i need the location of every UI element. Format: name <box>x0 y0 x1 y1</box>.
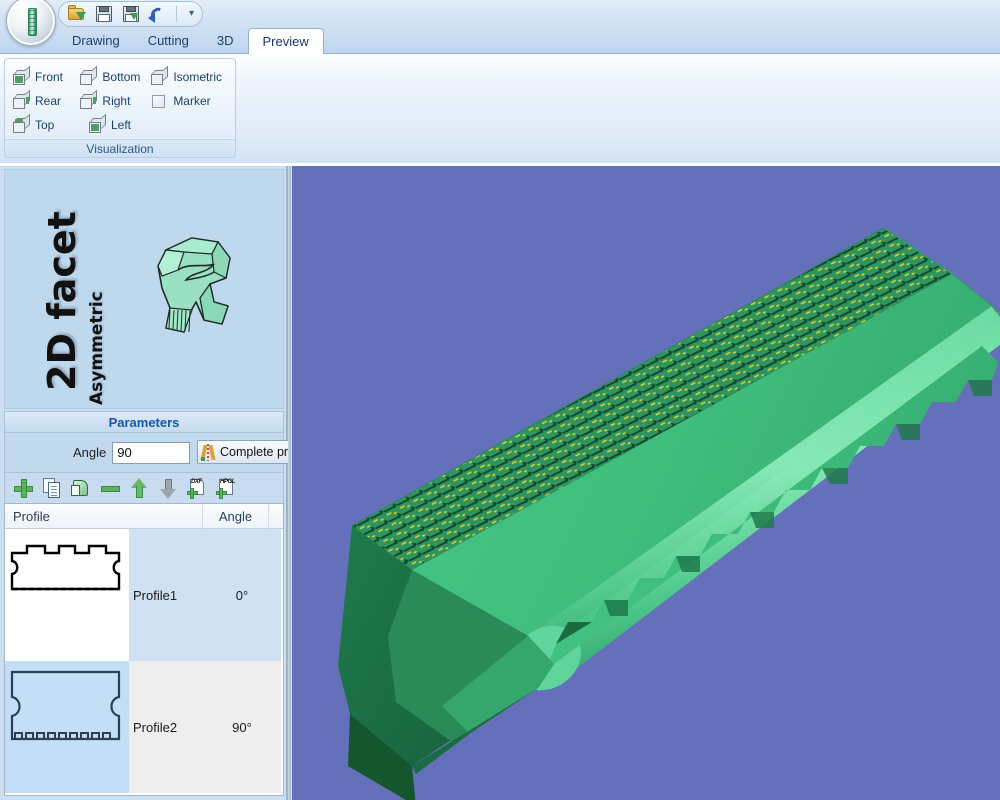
profile-thumbnail-cell <box>5 529 129 661</box>
angle-input[interactable] <box>112 441 191 464</box>
ribbon-group-visualization: Front Bottom Isometric Rear Right Marker Top Le… <box>4 58 236 158</box>
tab-drawing[interactable]: Drawing <box>58 28 134 54</box>
title-bar: ▾ <box>0 0 1000 46</box>
view-button-label: Marker <box>173 94 211 108</box>
green-extruded-profile-3d-model <box>338 227 1000 800</box>
floppy-save-as-icon[interactable] <box>121 4 141 24</box>
open-folder-icon[interactable] <box>67 4 87 24</box>
parameters-body: Angle Complete prof <box>4 433 307 473</box>
profile-angle: 90° <box>203 661 281 793</box>
minus-icon[interactable] <box>100 478 121 499</box>
visualization-row: Top Left <box>11 113 229 137</box>
copy-icon[interactable] <box>42 477 63 499</box>
profile2-outline-thumbnail <box>10 670 121 741</box>
ribbon-tab-strip: Drawing Cutting 3D Preview <box>0 28 1000 55</box>
paste-green-icon[interactable] <box>71 478 92 499</box>
view-button-label: Top <box>35 118 55 132</box>
ribbon: Front Bottom Isometric Rear Right Marker Top Le… <box>0 54 1000 165</box>
view-button-label: Bottom <box>102 70 141 84</box>
chevron-down-icon[interactable]: ▾ <box>185 9 198 19</box>
view-button-marker[interactable]: Marker <box>149 90 229 112</box>
left-panel: 2D facet Asymmetric Parameters Angle 90 … <box>0 166 307 800</box>
cube-right-icon <box>80 89 98 109</box>
cube-isometric-icon <box>151 65 169 85</box>
complete-profile-label: Complete prof <box>220 445 299 459</box>
quick-access-toolbar: ▾ <box>58 1 204 27</box>
facet-preview-thumbnail <box>157 237 231 333</box>
profile-list-toolbar: DXF HPGL <box>4 473 284 503</box>
view-button-label: Isometric <box>173 70 222 84</box>
view-button-right[interactable]: Right <box>78 89 149 112</box>
visualization-buttons: Front Bottom Isometric Rear Right Marker Top Le… <box>5 63 235 135</box>
view-button-isometric[interactable]: Isometric <box>149 65 229 88</box>
cube-front-icon <box>13 65 30 85</box>
plus-icon[interactable] <box>13 478 34 499</box>
angle-label: Angle <box>73 445 107 460</box>
marker-square-icon <box>151 94 168 109</box>
visualization-row: Front Bottom Isometric <box>11 65 229 89</box>
tab-cutting[interactable]: Cutting <box>134 28 203 54</box>
import-format-badge: HPGL <box>220 478 236 485</box>
view-button-bottom[interactable]: Bottom <box>78 65 149 88</box>
column-header-profile[interactable]: Profile <box>5 503 203 529</box>
profile-name: Profile2 <box>129 661 203 793</box>
import-hpgl-icon[interactable]: HPGL <box>216 478 237 499</box>
tab-preview[interactable]: Preview <box>247 28 324 55</box>
view-button-label: Front <box>35 70 64 84</box>
visualization-row: Rear Right Marker <box>11 89 229 113</box>
view-button-left[interactable]: Left <box>87 113 167 136</box>
3d-preview-viewport[interactable] <box>292 166 1000 800</box>
column-header-angle[interactable]: Angle <box>203 503 269 529</box>
view-button-front[interactable]: Front <box>11 65 78 88</box>
qat-separator <box>176 6 177 22</box>
profile1-outline-thumbnail <box>10 544 121 591</box>
profile-angle: 0° <box>203 529 281 661</box>
arrow-up-icon[interactable] <box>129 477 150 499</box>
operation-hero-banner: 2D facet Asymmetric <box>4 169 284 409</box>
cube-left-icon <box>89 113 106 133</box>
import-format-badge: DXF <box>191 478 202 485</box>
page-subtitle: Asymmetric <box>87 291 107 405</box>
table-row[interactable]: Profile1 0° <box>5 529 283 661</box>
import-dxf-icon[interactable]: DXF <box>187 478 208 499</box>
view-button-label: Right <box>102 94 131 108</box>
profile-name: Profile1 <box>129 529 203 661</box>
page-title: 2D facet <box>40 211 84 391</box>
cube-rear-icon <box>13 89 30 109</box>
view-button-top[interactable]: Top <box>11 113 87 136</box>
table-header: Profile Angle <box>5 503 283 529</box>
view-button-rear[interactable]: Rear <box>11 89 78 112</box>
ribbon-tabs: Drawing Cutting 3D Preview <box>58 28 324 55</box>
profile-icon <box>200 443 217 461</box>
parameters-header: Parameters <box>4 411 284 433</box>
router-bit-icon <box>28 8 37 36</box>
cube-bottom-icon <box>80 65 98 85</box>
arrow-down-icon[interactable] <box>158 478 179 499</box>
tab-3d[interactable]: 3D <box>203 28 248 54</box>
profile-thumbnail-cell <box>5 661 129 793</box>
ribbon-group-title: Visualization <box>5 139 235 157</box>
undo-arrow-icon[interactable] <box>148 4 168 24</box>
table-row[interactable]: Profile2 90° <box>5 661 283 793</box>
view-button-label: Rear <box>35 94 62 108</box>
view-button-label: Left <box>111 118 132 132</box>
profile-table: Profile Angle Profile1 0° Profile2 90° <box>4 503 284 796</box>
application-window: ▾ Drawing Cutting 3D Preview Front Bottom Iso… <box>0 0 1000 800</box>
floppy-save-icon[interactable] <box>94 4 114 24</box>
cube-top-icon <box>13 113 30 133</box>
